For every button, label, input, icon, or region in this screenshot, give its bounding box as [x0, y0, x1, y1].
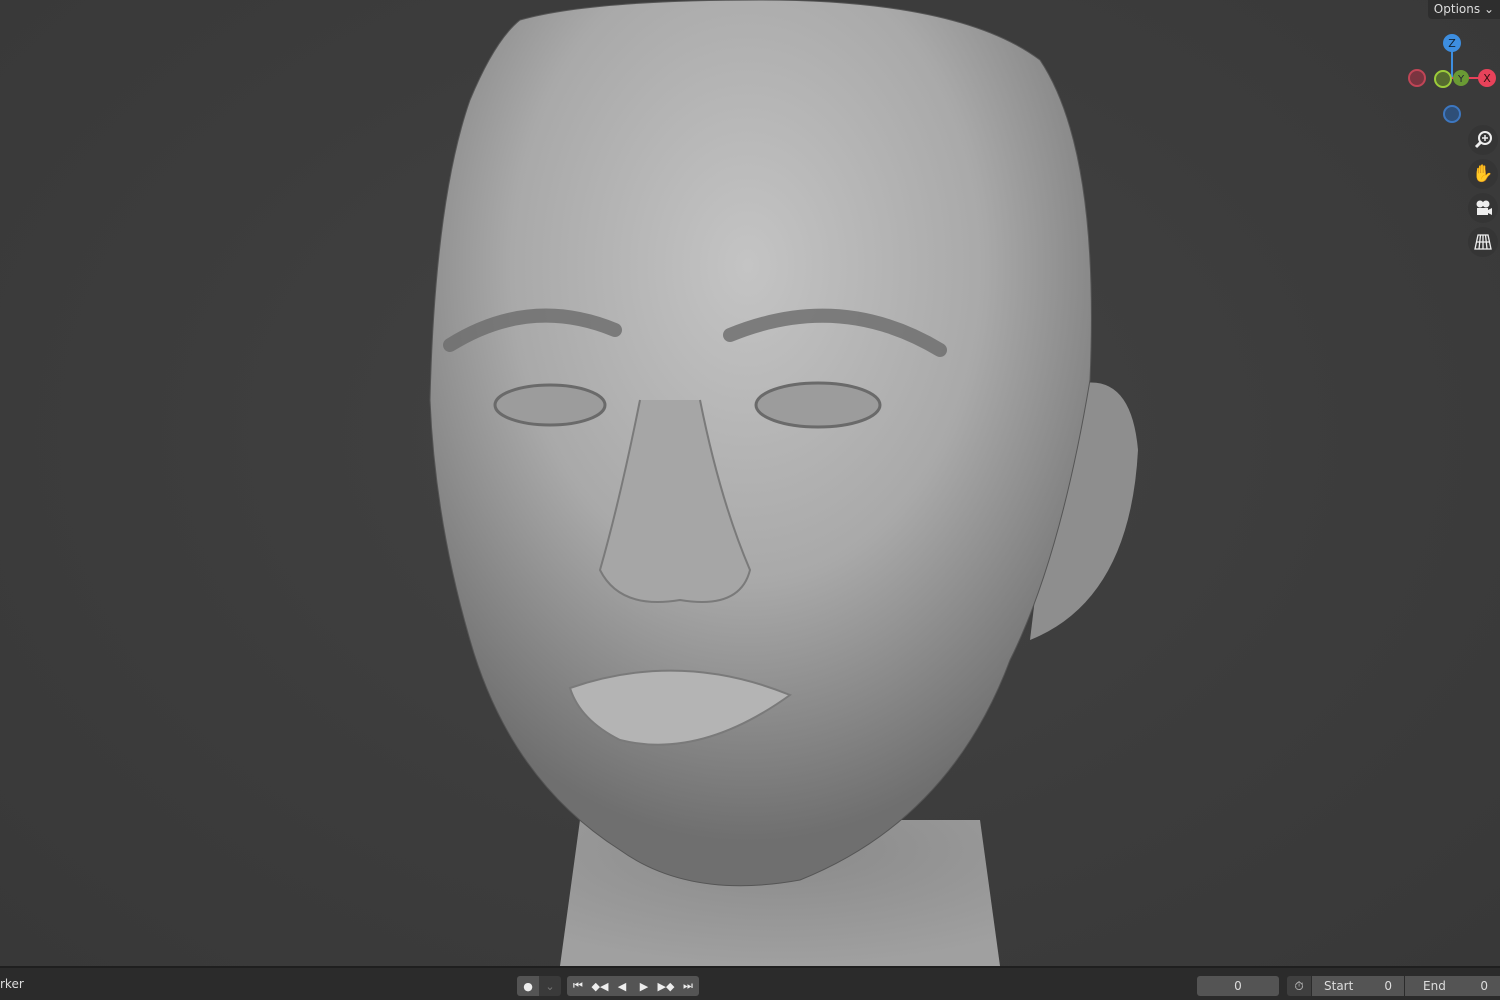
- play-icon: ▶: [639, 979, 649, 993]
- start-label: Start: [1324, 979, 1354, 993]
- z-axis-label: Z: [1448, 37, 1456, 50]
- timeline-bar: rker ● ⌄ ⏮ ◆◀ ◀ ▶ ▶◆ ⏭ 0 ⏱ Start 0 End 0: [0, 966, 1500, 1000]
- pan-hand-icon: ✋: [1472, 164, 1494, 184]
- navigation-gizmo[interactable]: Y Z X: [1400, 30, 1500, 130]
- play-button[interactable]: ▶: [633, 976, 655, 996]
- jump-start-icon: ⏮: [573, 979, 583, 992]
- x-axis-label: X: [1483, 72, 1491, 85]
- current-frame-field[interactable]: 0: [1197, 976, 1279, 996]
- marker-menu[interactable]: rker: [0, 977, 24, 991]
- prev-keyframe-button[interactable]: ◆◀: [589, 976, 611, 996]
- perspective-grid-icon: [1474, 234, 1492, 250]
- preview-range-toggle[interactable]: ⏱: [1287, 976, 1311, 996]
- neg-z-axis-handle[interactable]: [1443, 105, 1461, 123]
- chevron-down-icon: ⌄: [1483, 2, 1494, 16]
- camera-icon: [1476, 200, 1492, 215]
- start-value: 0: [1384, 979, 1392, 993]
- record-icon: ●: [523, 979, 533, 993]
- head-sculpt-model: [429, 0, 1138, 966]
- zoom-icon: [1474, 131, 1492, 149]
- jump-end-button[interactable]: ⏭: [677, 976, 699, 996]
- next-keyframe-icon: ▶◆: [657, 979, 675, 993]
- zoom-button[interactable]: [1468, 125, 1498, 155]
- record-button[interactable]: ●: [517, 976, 539, 996]
- options-label: Options: [1433, 2, 1481, 16]
- chevron-down-icon: ⌄: [545, 979, 555, 993]
- neg-x-axis-handle[interactable]: [1408, 69, 1426, 87]
- next-keyframe-button[interactable]: ▶◆: [655, 976, 677, 996]
- jump-end-icon: ⏭: [683, 979, 693, 992]
- camera-view-button[interactable]: [1468, 193, 1498, 223]
- end-value: 0: [1480, 979, 1488, 993]
- keying-dropdown[interactable]: ⌄: [539, 976, 561, 996]
- end-frame-field[interactable]: End 0: [1405, 976, 1500, 996]
- perspective-toggle-button[interactable]: [1468, 227, 1498, 257]
- y-axis-label: Y: [1457, 74, 1465, 85]
- play-reverse-button[interactable]: ◀: [611, 976, 633, 996]
- options-dropdown[interactable]: Options ⌄: [1427, 0, 1500, 19]
- end-label: End: [1423, 979, 1446, 993]
- stopwatch-icon: ⏱: [1294, 979, 1304, 993]
- pan-button[interactable]: ✋: [1468, 159, 1498, 189]
- jump-start-button[interactable]: ⏮: [567, 976, 589, 996]
- prev-keyframe-icon: ◆◀: [591, 979, 609, 993]
- 3d-viewport[interactable]: Options ⌄ Y Z X ✋: [0, 0, 1500, 966]
- play-reverse-icon: ◀: [617, 979, 627, 993]
- start-frame-field[interactable]: Start 0: [1312, 976, 1404, 996]
- neg-y-axis-handle[interactable]: [1434, 70, 1452, 88]
